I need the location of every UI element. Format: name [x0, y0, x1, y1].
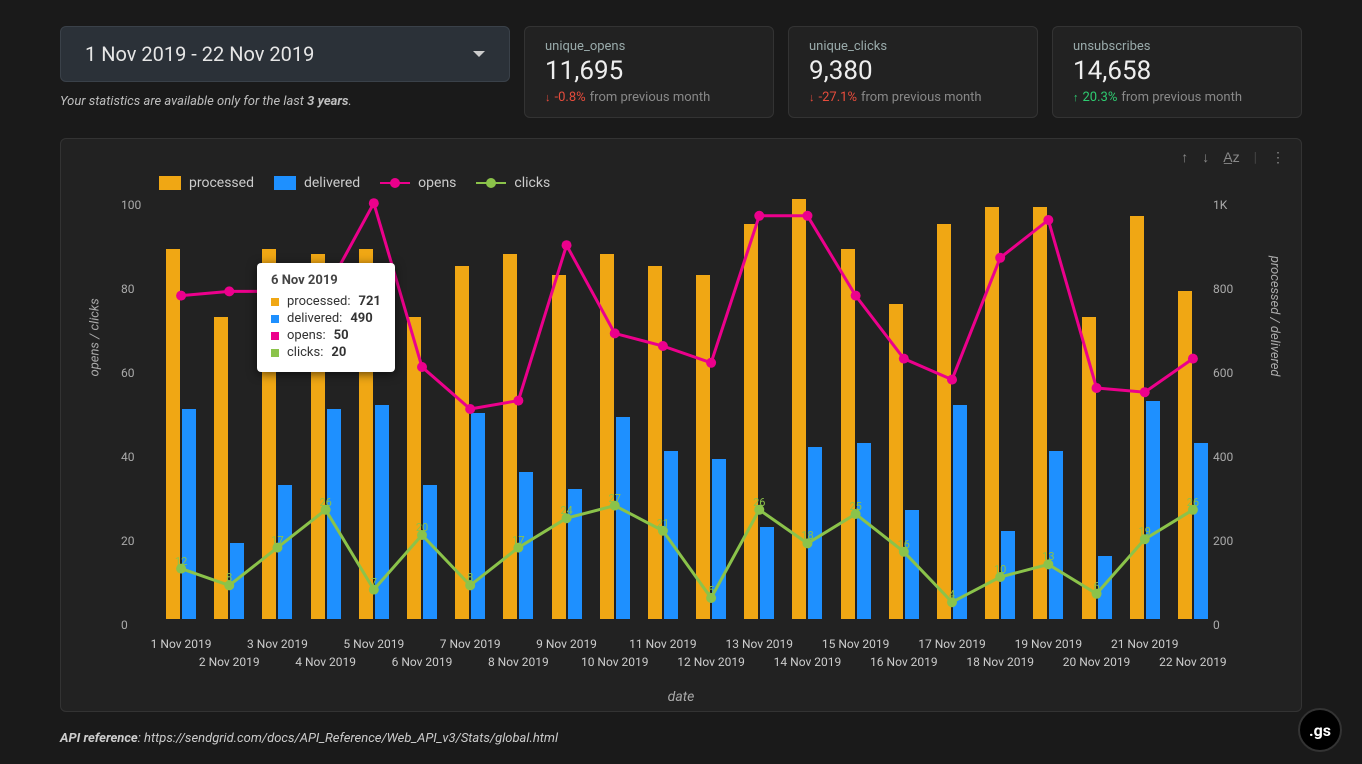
- chart-plot[interactable]: opens / clicks processed / delivered 020…: [157, 199, 1205, 619]
- more-icon[interactable]: ⋮: [1271, 150, 1285, 166]
- legend-delivered[interactable]: delivered: [274, 175, 360, 191]
- chart-tooltip: 6 Nov 2019 processed: 721delivered: 490o…: [257, 263, 395, 372]
- divider: |: [1254, 150, 1257, 166]
- legend-processed[interactable]: processed: [159, 175, 254, 191]
- chart-card: ↑ ↓ A̲z | ⋮ processed delivered opens cl…: [60, 138, 1302, 712]
- sort-up-icon[interactable]: ↑: [1181, 149, 1188, 166]
- chevron-down-icon: [473, 51, 485, 57]
- stat-label: unsubscribes: [1073, 39, 1281, 54]
- stat-card-unsubscribes: unsubscribes 14,658 ↑ 20.3% from previou…: [1052, 26, 1302, 118]
- note: Your statistics are available only for t…: [60, 94, 510, 109]
- gs-badge-icon[interactable]: .gs: [1298, 708, 1342, 752]
- y-left-axis-label: opens / clicks: [88, 298, 103, 376]
- y-right-ticks: 02004006008001K: [1213, 199, 1249, 619]
- y-right-axis-label: processed / delivered: [1268, 256, 1283, 377]
- stat-value: 14,658: [1073, 56, 1281, 86]
- api-reference: API reference: https://sendgrid.com/docs…: [60, 731, 558, 746]
- y-left-ticks: 020406080100: [121, 199, 151, 619]
- stat-card-unique-clicks: unique_clicks 9,380 ↓ -27.1% from previo…: [788, 26, 1038, 118]
- stat-value: 11,695: [545, 56, 753, 86]
- legend-opens[interactable]: opens: [380, 175, 456, 191]
- chart-legend: processed delivered opens clicks: [159, 175, 1283, 191]
- legend-clicks[interactable]: clicks: [476, 175, 550, 191]
- arrow-down-icon: ↓: [545, 91, 551, 104]
- date-range-value: 1 Nov 2019 - 22 Nov 2019: [85, 42, 314, 66]
- stat-label: unique_opens: [545, 39, 753, 54]
- arrow-up-icon: ↑: [1073, 91, 1079, 104]
- sort-down-icon[interactable]: ↓: [1202, 149, 1209, 166]
- stat-change: ↑ 20.3% from previous month: [1073, 90, 1281, 105]
- stat-card-unique-opens: unique_opens 11,695 ↓ -0.8% from previou…: [524, 26, 774, 118]
- x-axis-label: date: [668, 689, 695, 705]
- chart-toolbar: ↑ ↓ A̲z | ⋮: [1181, 149, 1285, 166]
- date-range-picker[interactable]: 1 Nov 2019 - 22 Nov 2019: [60, 26, 510, 82]
- arrow-down-icon: ↓: [809, 91, 815, 104]
- x-ticks: 1 Nov 20192 Nov 20193 Nov 20194 Nov 2019…: [157, 637, 1205, 677]
- sort-az-icon[interactable]: A̲z: [1223, 149, 1239, 166]
- stat-label: unique_clicks: [809, 39, 1017, 54]
- stat-change: ↓ -27.1% from previous month: [809, 90, 1017, 105]
- stat-change: ↓ -0.8% from previous month: [545, 90, 753, 105]
- stat-value: 9,380: [809, 56, 1017, 86]
